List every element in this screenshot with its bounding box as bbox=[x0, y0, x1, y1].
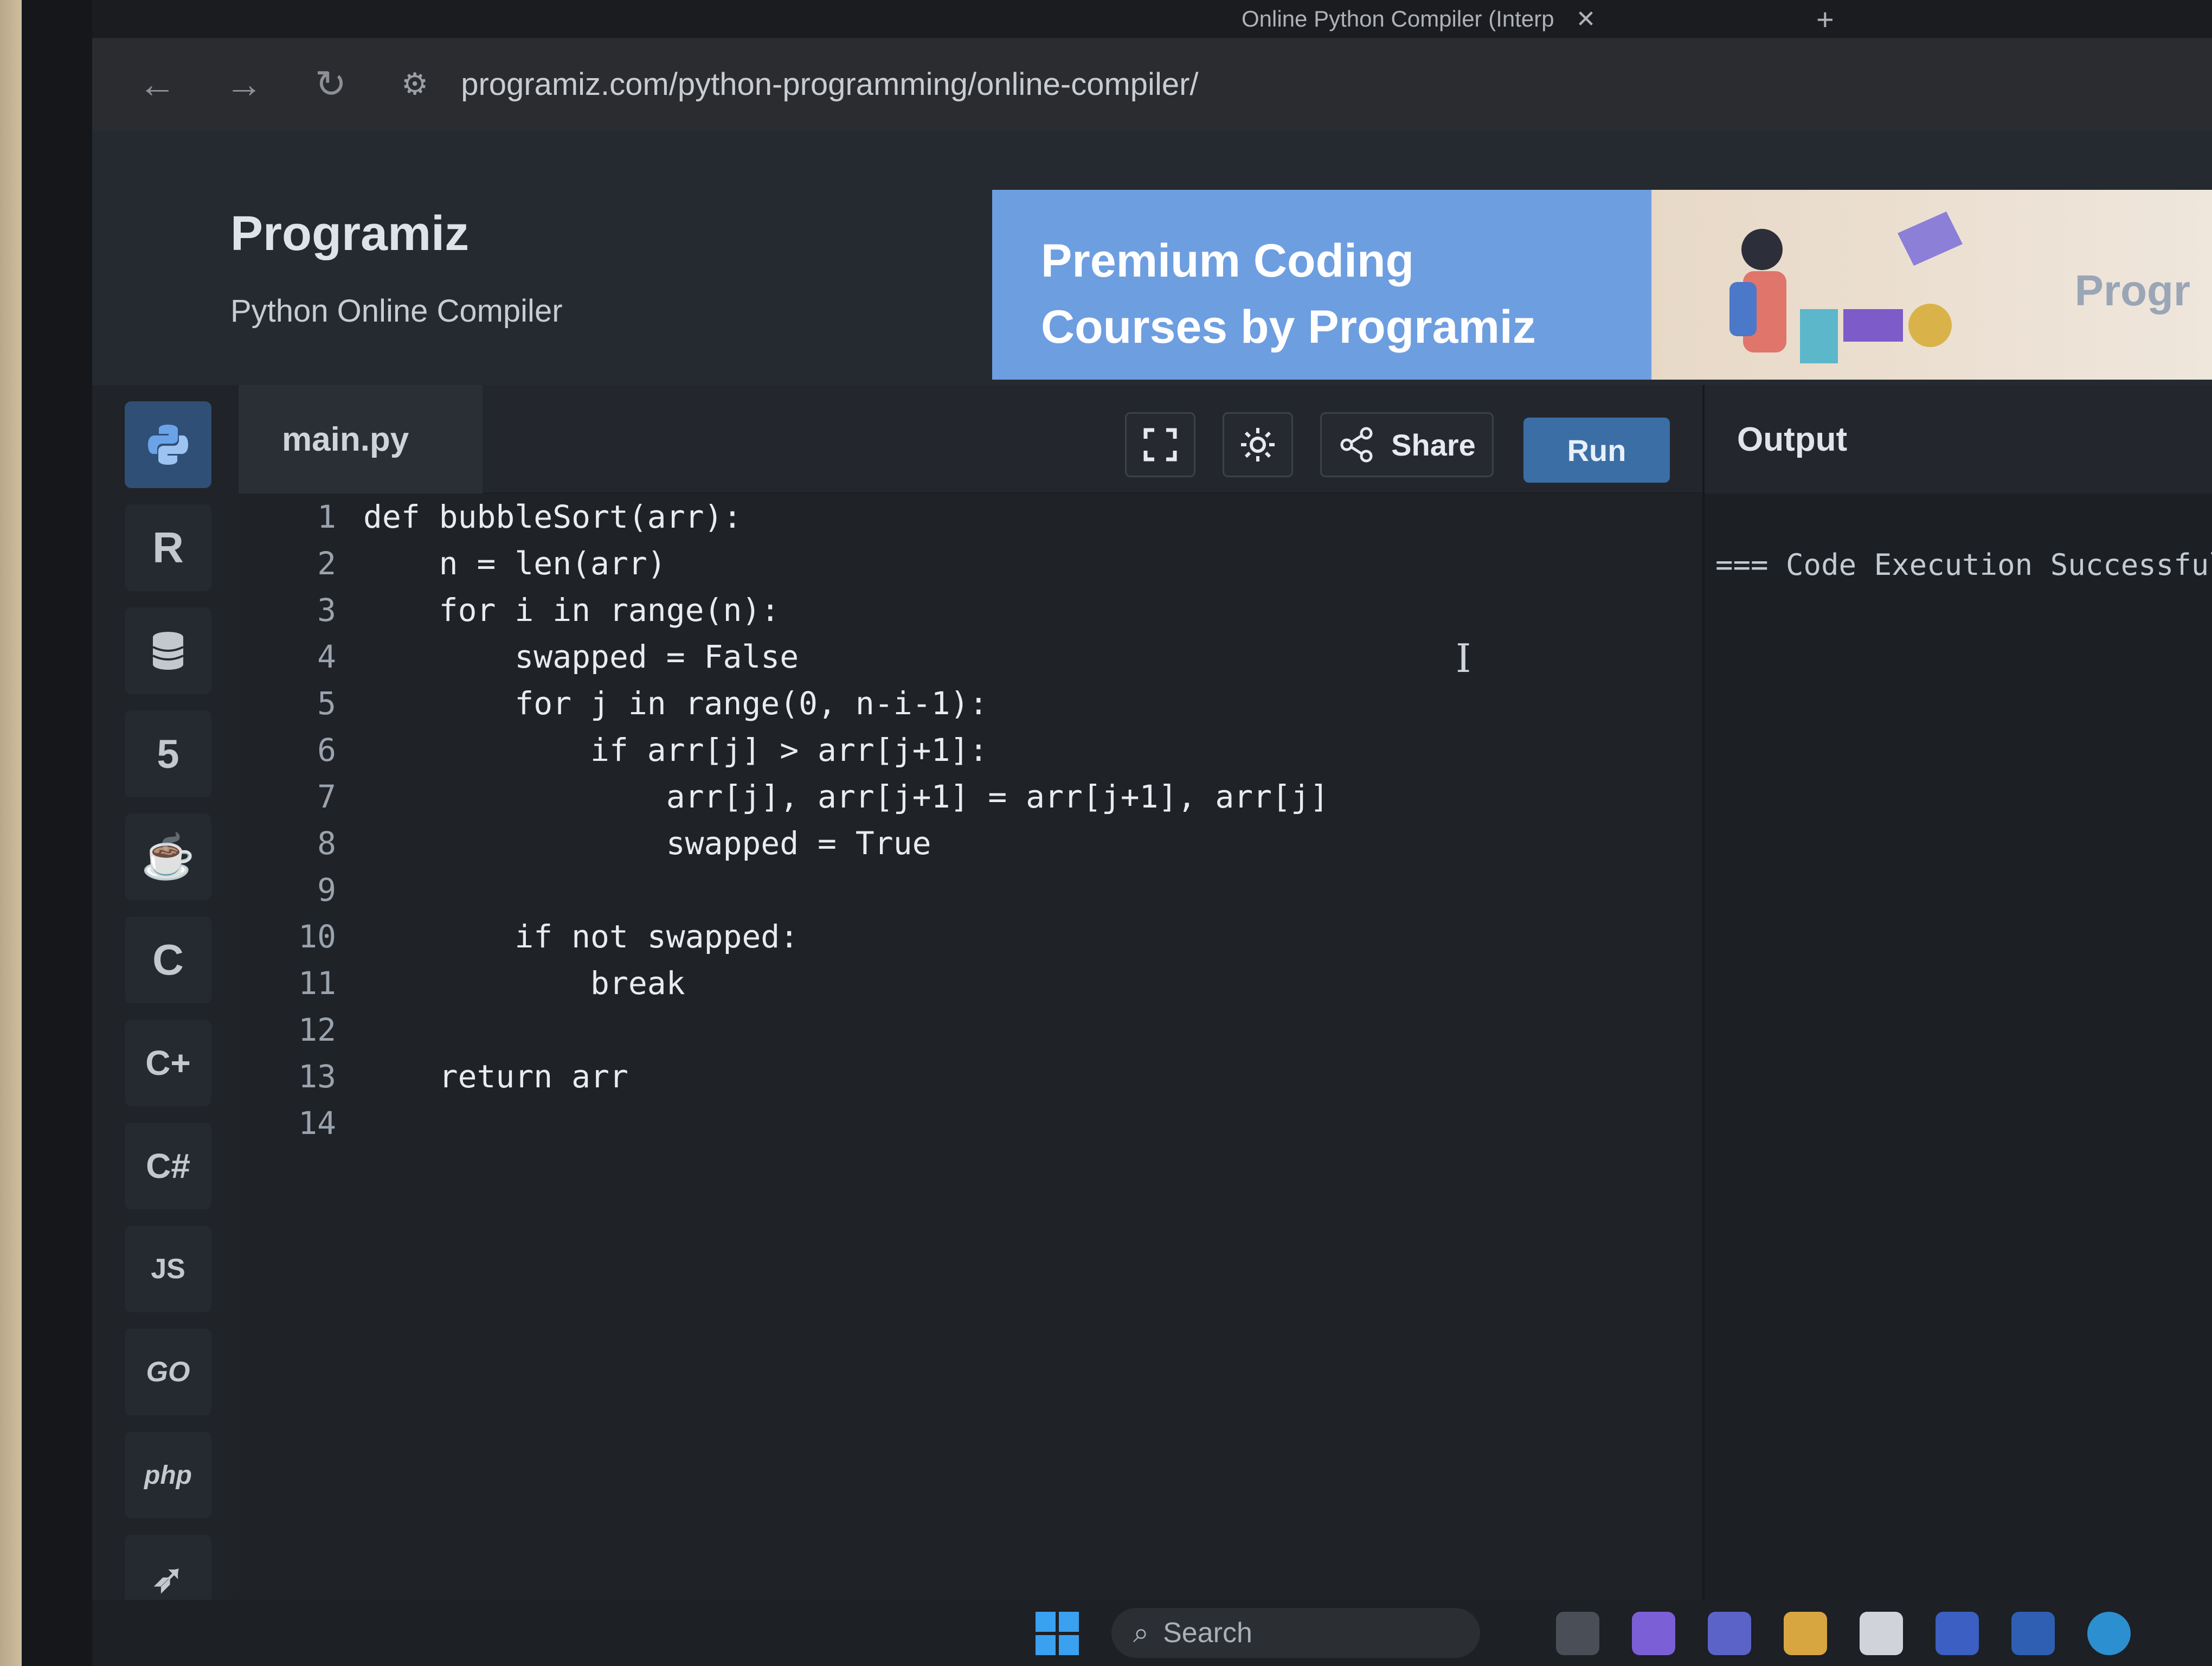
share-button[interactable]: Share bbox=[1320, 412, 1494, 477]
word-icon[interactable] bbox=[2011, 1612, 2055, 1655]
code-line: 12 bbox=[298, 1011, 336, 1048]
tab-close-icon[interactable]: ✕ bbox=[1576, 5, 1596, 33]
banner-line-2: Courses by Programiz bbox=[1041, 301, 1536, 353]
lang-go-icon[interactable]: GO bbox=[125, 1329, 211, 1415]
output-header: Output bbox=[1702, 385, 2212, 494]
code-line: 1 def bubbleSort(arr): bbox=[317, 498, 742, 535]
code-line: 6 if arr[j] > arr[j+1]: bbox=[317, 732, 988, 768]
code-line: 13 return arr bbox=[298, 1058, 628, 1095]
database-icon bbox=[152, 632, 184, 670]
file-explorer-icon[interactable] bbox=[1784, 1612, 1827, 1655]
language-sidebar: R 5 ☕ C C+ C# JS GO php ➶ bbox=[92, 385, 239, 1666]
url-field[interactable]: programiz.com/python-programming/online-… bbox=[461, 66, 1198, 102]
code-line: 4 swapped = False bbox=[317, 638, 799, 675]
lang-c-icon[interactable]: C bbox=[125, 917, 211, 1003]
page-subtitle: Python Online Compiler bbox=[230, 293, 563, 329]
lang-java-icon[interactable]: ☕ bbox=[125, 813, 211, 900]
run-button[interactable]: Run bbox=[1523, 418, 1670, 483]
editor-toolbar: main.py Share Run bbox=[239, 385, 1702, 494]
search-label: Search bbox=[1163, 1617, 1252, 1649]
tab-title: Online Python Compiler (Interp bbox=[1242, 6, 1554, 31]
code-line: 7 arr[j], arr[j+1] = arr[j+1], arr[j] bbox=[317, 778, 1329, 815]
banner-illustration bbox=[1729, 212, 1963, 363]
screen: Online Python Compiler (Interp ✕ + ← → ↻… bbox=[92, 0, 2212, 1666]
reload-icon[interactable]: ↻ bbox=[309, 62, 352, 106]
courses-banner[interactable]: Premium Coding Courses by Programiz Prog… bbox=[992, 190, 2212, 380]
banner-text: Premium Coding Courses by Programiz bbox=[1041, 228, 1536, 360]
back-icon[interactable]: ← bbox=[136, 62, 179, 106]
code-line: 2 n = len(arr) bbox=[317, 545, 666, 582]
lang-js-icon[interactable]: JS bbox=[125, 1226, 211, 1312]
banner-line-1: Premium Coding bbox=[1041, 235, 1414, 287]
code-line: 9 bbox=[317, 872, 336, 908]
theme-toggle-button[interactable] bbox=[1223, 412, 1293, 477]
windows-taskbar: ⌕ Search bbox=[92, 1600, 2212, 1666]
code-line: 5 for j in range(0, n-i-1): bbox=[317, 685, 988, 722]
copilot-icon[interactable] bbox=[1632, 1612, 1675, 1655]
fullscreen-button[interactable] bbox=[1125, 412, 1195, 477]
code-line: 10 if not swapped: bbox=[298, 918, 799, 955]
lang-sql-icon[interactable] bbox=[125, 607, 211, 694]
forward-icon[interactable]: → bbox=[222, 62, 266, 106]
app-l-icon[interactable] bbox=[1935, 1612, 1979, 1655]
fullscreen-icon bbox=[1143, 428, 1177, 462]
new-tab-button[interactable]: + bbox=[1816, 0, 1834, 38]
task-view-icon[interactable] bbox=[1556, 1612, 1599, 1655]
teams-icon[interactable] bbox=[1708, 1612, 1751, 1655]
code-line: 11 break bbox=[298, 965, 685, 1002]
python-logo-icon bbox=[148, 425, 188, 465]
site-header: Programiz Python Online Compiler Premium… bbox=[92, 130, 2212, 385]
code-line: 3 for i in range(n): bbox=[317, 592, 780, 629]
sun-icon bbox=[1241, 428, 1275, 462]
search-icon: ⌕ bbox=[1133, 1617, 1149, 1649]
lang-cpp-icon[interactable]: C+ bbox=[125, 1020, 211, 1106]
taskbar-search[interactable]: ⌕ Search bbox=[1111, 1608, 1480, 1658]
code-editor[interactable]: 1 def bubbleSort(arr): 2 n = len(arr) 3 f… bbox=[239, 494, 1702, 1622]
edge-icon[interactable] bbox=[2087, 1612, 2131, 1655]
text-cursor-icon: I bbox=[1456, 636, 1471, 681]
share-icon bbox=[1340, 427, 1373, 463]
site-settings-icon[interactable]: ⚙ bbox=[401, 66, 428, 102]
share-label: Share bbox=[1391, 427, 1476, 462]
code-line: 8 swapped = True bbox=[317, 825, 931, 862]
output-console: === Code Execution Successful === bbox=[1702, 494, 2212, 1622]
windows-start-icon[interactable] bbox=[1036, 1612, 1079, 1655]
tab-python-compiler[interactable]: Online Python Compiler (Interp ✕ bbox=[1242, 0, 1784, 38]
file-tab-main[interactable]: main.py bbox=[239, 385, 483, 494]
lang-r-icon[interactable]: R bbox=[125, 504, 211, 591]
lang-php-icon[interactable]: php bbox=[125, 1432, 211, 1518]
address-bar: ← → ↻ ⚙ programiz.com/python-programming… bbox=[92, 38, 2212, 130]
lang-csharp-icon[interactable]: C# bbox=[125, 1123, 211, 1209]
lang-python-icon[interactable] bbox=[125, 401, 211, 488]
programiz-logo[interactable]: Programiz bbox=[230, 206, 469, 262]
calculator-icon[interactable] bbox=[1860, 1612, 1903, 1655]
banner-brand: Progr bbox=[2074, 266, 2190, 315]
code-line: 14 bbox=[298, 1105, 336, 1142]
tab-strip: Online Python Compiler (Interp ✕ + bbox=[92, 0, 2212, 38]
lang-html-icon[interactable]: 5 bbox=[125, 710, 211, 797]
